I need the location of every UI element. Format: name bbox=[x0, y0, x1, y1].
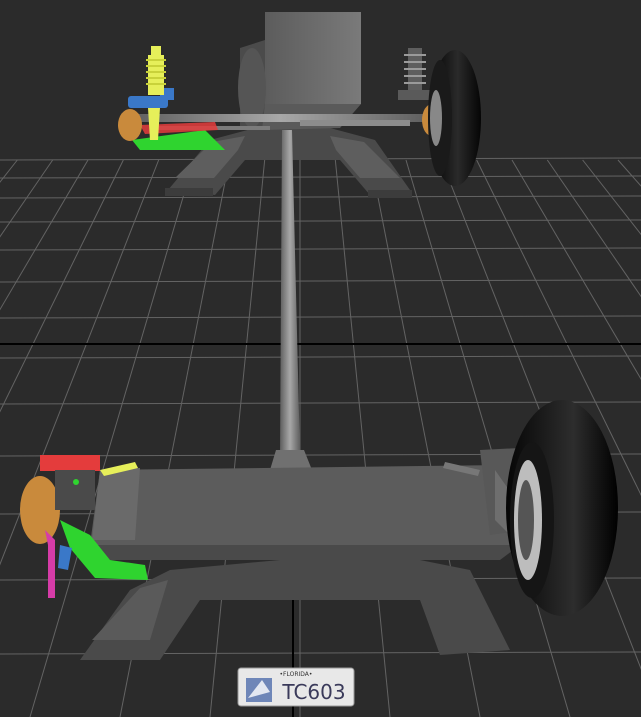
rear-right-tire bbox=[506, 400, 618, 616]
license-plate: •FLORIDA• TC603 bbox=[237, 667, 355, 707]
plate-state-text: •FLORIDA• bbox=[280, 671, 313, 678]
plate-number-text: TC603 bbox=[281, 680, 345, 704]
suspension-scene: •FLORIDA• TC603 bbox=[0, 0, 641, 717]
front-right-tire bbox=[428, 50, 481, 186]
